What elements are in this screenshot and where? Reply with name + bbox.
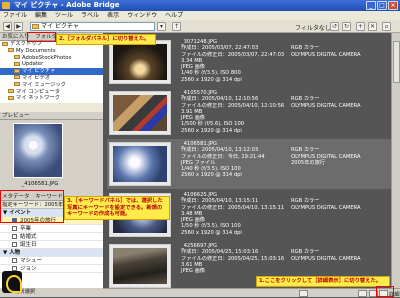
- folder-tree: デスクトップ My Documents AdobeStockPhotos Upd…: [0, 41, 103, 103]
- annotation-keywords-panel: 3.［キーワードパネル］では、選択した写真にキーワードを設定できる。新規のキーワ…: [64, 196, 170, 220]
- toolbar: ◀ ▶ マイ ピクチャ ▾ ↑ フィルタなし ↺ ↻ + ✕ ▫: [0, 20, 400, 33]
- checkbox-icon[interactable]: [12, 234, 17, 239]
- highlight-details-button: [376, 286, 394, 297]
- preview-caption: _4106581.JPG: [21, 181, 59, 187]
- maximize-button[interactable]: □: [377, 1, 387, 10]
- keyword-item[interactable]: 結婚式: [0, 233, 103, 241]
- tree-item-my-network[interactable]: マイ ネットワーク: [0, 95, 103, 102]
- menu-file[interactable]: ファイル: [3, 11, 27, 20]
- preview-image: [13, 123, 63, 178]
- folder-icon: [14, 55, 20, 60]
- tab-preview[interactable]: プレビュー: [2, 113, 30, 119]
- folder-icon: [32, 24, 39, 29]
- folder-icon: [14, 82, 20, 87]
- file-metadata: _4106625.JPG 作成日：2005/04/10, 13:15:11 ファ…: [181, 192, 285, 236]
- thumbnail[interactable]: [109, 142, 171, 186]
- file-row[interactable]: _4105570.JPG 作成日：2005/04/10, 12:10:56 ファ…: [107, 88, 391, 138]
- photo-night-light: [113, 44, 167, 80]
- file-metadata-extra: RGB カラー OLYMPUS DIGITAL CAMERA 2005年の旅行: [291, 147, 361, 166]
- annotation-details-view: 1.ここをクリックして［詳細表示］に切り替えた。: [256, 276, 390, 287]
- preview-tab-bar: プレビュー: [0, 112, 103, 120]
- checkbox-icon[interactable]: [12, 242, 17, 247]
- annotation-folders-panel: 2.［フォルダパネル］に切り替えた。: [56, 34, 156, 45]
- delete-button[interactable]: ✕: [368, 22, 377, 31]
- photo-tiles: [113, 95, 167, 131]
- tree-item-my-music[interactable]: マイ ミュージック: [0, 82, 103, 89]
- thumbnail[interactable]: [109, 244, 171, 288]
- look-in-dropdown[interactable]: マイ ピクチャ: [30, 22, 155, 31]
- folder-icon: [8, 48, 14, 53]
- file-metadata: _4106581.JPG 作成日：2005/04/10, 13:12:03 ファ…: [181, 141, 265, 179]
- close-button[interactable]: ×: [388, 1, 398, 10]
- folder-icon: [14, 68, 20, 73]
- vertical-scrollbar[interactable]: [391, 33, 400, 288]
- compact-mode-button[interactable]: ▫: [382, 22, 391, 31]
- preview-panel: _4106581.JPG: [0, 120, 103, 193]
- file-metadata: _4105570.JPG 作成日：2005/04/10, 12:10:56 ファ…: [181, 90, 285, 134]
- tree-item-my-videos[interactable]: マイ ビデオ: [0, 75, 103, 82]
- menu-view[interactable]: 表示: [107, 11, 119, 20]
- tree-item-adobestockphotos[interactable]: AdobeStockPhotos: [0, 55, 103, 62]
- file-row-selected[interactable]: _4106581.JPG 作成日：2005/04/10, 13:12:03 ファ…: [107, 139, 391, 189]
- folder-icon: [14, 75, 20, 80]
- folder-icon: [14, 61, 20, 66]
- zoom-out-button[interactable]: [299, 290, 308, 297]
- publication-logo-icon: [2, 271, 22, 293]
- photo-blossom: [113, 146, 167, 182]
- menu-label[interactable]: ラベル: [81, 11, 99, 20]
- content-area: _3071248.JPG 作成日：2005/03/07, 22:47:03 ファ…: [103, 33, 400, 288]
- photo-street: [113, 248, 167, 284]
- tree-item-my-pictures[interactable]: マイ ピクチャ: [0, 68, 103, 75]
- file-metadata-extra: RGB カラー OLYMPUS DIGITAL CAMERA: [291, 96, 361, 109]
- new-folder-button[interactable]: +: [356, 22, 365, 31]
- rotate-right-button[interactable]: ↻: [342, 22, 351, 31]
- menu-help[interactable]: ヘルプ: [165, 11, 183, 20]
- keyword-item[interactable]: 誕生日: [0, 241, 103, 249]
- zoom-in-button[interactable]: [358, 290, 367, 297]
- menu-edit[interactable]: 編集: [35, 11, 47, 20]
- thumbnail[interactable]: [109, 40, 171, 84]
- thumbnail[interactable]: [109, 91, 171, 135]
- highlight-folders-tab: [27, 32, 56, 42]
- menu-tools[interactable]: ツール: [55, 11, 73, 20]
- bridge-app-icon: [2, 2, 10, 9]
- keyword-item[interactable]: 卒業: [0, 225, 103, 233]
- window-controls: _ □ ×: [366, 1, 398, 10]
- file-metadata-extra: RGB カラー OLYMPUS DIGITAL CAMERA: [291, 198, 361, 211]
- dropdown-arrow-icon[interactable]: ▾: [157, 22, 166, 31]
- keyword-category-people[interactable]: ▼ 人物: [0, 249, 103, 257]
- network-icon: [8, 95, 14, 100]
- menu-window[interactable]: ウィンドウ: [127, 11, 157, 20]
- status-bar: 詳細: [103, 288, 400, 298]
- minimize-button[interactable]: _: [366, 1, 376, 10]
- folder-icon: [2, 41, 8, 46]
- filter-dropdown[interactable]: フィルタなし: [295, 23, 331, 32]
- checkbox-icon[interactable]: [12, 258, 17, 263]
- left-panel: お気に入り フォルダ デスクトップ My Documents AdobeStoc…: [0, 33, 103, 297]
- keyword-item[interactable]: マシュー: [0, 257, 103, 265]
- tree-item-my-documents[interactable]: My Documents: [0, 48, 103, 55]
- tab-favorites[interactable]: お気に入り: [2, 34, 30, 40]
- file-metadata: _4256697.JPG 作成日：2005/04/25, 15:03:16 ファ…: [181, 243, 285, 275]
- back-button[interactable]: ◀: [3, 22, 12, 31]
- scroll-thumb[interactable]: [393, 41, 400, 83]
- file-metadata: _3071248.JPG 作成日：2005/03/07, 22:47:03 ファ…: [181, 39, 285, 83]
- menu-bar: ファイル 編集 ツール ラベル 表示 ウィンドウ ヘルプ: [0, 11, 400, 20]
- rotate-left-button[interactable]: ↺: [330, 22, 339, 31]
- highlight-keywords: [0, 190, 64, 223]
- file-metadata-extra: RGB カラー OLYMPUS DIGITAL CAMERA: [291, 249, 361, 262]
- forward-button[interactable]: ▶: [14, 22, 23, 31]
- title-bar: マイ ピクチャ - Adobe Bridge _ □ ×: [0, 0, 400, 11]
- look-in-value: マイ ピクチャ: [41, 23, 79, 30]
- file-metadata-extra: RGB カラー OLYMPUS DIGITAL CAMERA: [291, 45, 361, 58]
- window-title: マイ ピクチャ - Adobe Bridge: [14, 1, 120, 9]
- computer-icon: [8, 89, 14, 94]
- checkbox-icon[interactable]: [12, 226, 17, 231]
- up-folder-button[interactable]: ↑: [172, 22, 181, 31]
